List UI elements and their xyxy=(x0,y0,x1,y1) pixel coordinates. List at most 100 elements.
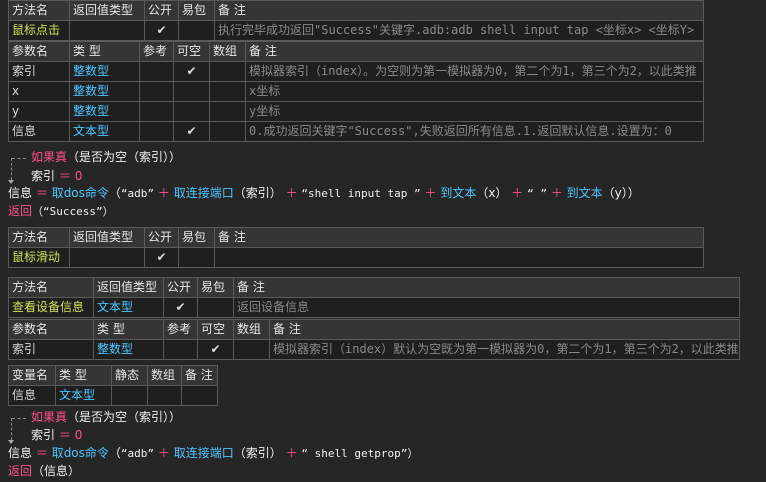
flow-guide-line xyxy=(12,418,26,419)
col-header-method-name: 方法名 xyxy=(8,0,70,21)
code-line-return[interactable]: 返回（信息） xyxy=(8,462,80,480)
variable-row[interactable]: 信息 文本型 xyxy=(8,385,218,406)
param-array-cell[interactable] xyxy=(209,121,246,142)
param-nullable-cell[interactable] xyxy=(173,81,210,102)
param-row[interactable]: x 整数型 x坐标 xyxy=(8,81,704,102)
param-row[interactable]: 索引 整数型 ✔ 模拟器索引（index）默认为空既为第一模拟器为0，第二个为1… xyxy=(8,339,740,360)
var-static-cell[interactable] xyxy=(111,385,148,406)
col-header-note: 备 注 xyxy=(181,365,218,386)
method-row[interactable]: 鼠标滑动 ✔ xyxy=(8,247,704,268)
param-note-cell[interactable]: 0.成功返回关键字"Success",失败返回所有信息.1.返回默认信息.设置为… xyxy=(245,121,704,142)
param-note-cell[interactable]: 模拟器索引（index）默认为空既为第一模拟器为0，第二个为1，第三个为2，以此… xyxy=(269,339,740,360)
method-row[interactable]: 查看设备信息 文本型 ✔ 返回设备信息 xyxy=(8,297,740,318)
param-row[interactable]: 索引 整数型 ✔ 模拟器索引（index）。为空则为第一模拟器为0，第二个为1，… xyxy=(8,61,704,82)
param-note-cell[interactable]: x坐标 xyxy=(245,81,704,102)
method-name-cell[interactable]: 鼠标滑动 xyxy=(8,247,70,268)
flow-guide-line xyxy=(12,158,26,159)
assign-operator: ＝ xyxy=(58,428,71,442)
code-line-dos-command[interactable]: 信息 ＝ 取dos命令（“adb” ＋ 取连接端口（索引） ＋ “ shell … xyxy=(8,444,418,462)
col-header-array: 数组 xyxy=(233,319,270,340)
code-line-return[interactable]: 返回（“Success”） xyxy=(8,202,114,220)
col-header-note: 备 注 xyxy=(245,41,704,62)
param-ref-cell[interactable] xyxy=(139,121,174,142)
method-name-cell[interactable]: 鼠标点击 xyxy=(8,20,70,41)
variable-table: 变量名 类 型 静态 数组 备 注 信息 文本型 xyxy=(8,365,218,406)
param-name-cell[interactable]: 索引 xyxy=(8,339,94,360)
plus-operator: ＋ xyxy=(157,186,170,200)
code-line-assign[interactable]: 索引 ＝ 0 xyxy=(31,426,82,444)
flow-guide-line xyxy=(11,158,12,180)
easy-package-cell[interactable] xyxy=(178,247,215,268)
param-row[interactable]: y 整数型 y坐标 xyxy=(8,101,704,122)
method-note-cell[interactable] xyxy=(214,247,704,268)
code-line-if[interactable]: 如果真（是否为空（索引）） xyxy=(31,408,181,426)
col-header-easy-package: 易包 xyxy=(178,0,215,21)
col-header-param-name: 参数名 xyxy=(8,319,94,340)
param-type-cell[interactable]: 文本型 xyxy=(69,121,140,142)
code-line-if[interactable]: 如果真（是否为空（索引）） xyxy=(31,148,181,166)
col-header-easy-package: 易包 xyxy=(178,227,215,248)
string-literal: “ ” xyxy=(527,187,547,200)
param-type-cell[interactable]: 整数型 xyxy=(93,339,164,360)
col-header-return-type: 返回值类型 xyxy=(93,277,164,298)
var-array-cell[interactable] xyxy=(147,385,182,406)
string-literal: “ shell getprop”） xyxy=(301,447,419,460)
param-name-cell[interactable]: 索引 xyxy=(8,61,70,82)
func-args: （索引） xyxy=(233,446,282,460)
return-type-cell[interactable] xyxy=(69,247,145,268)
param-array-cell[interactable] xyxy=(233,339,270,360)
code-line-dos-command[interactable]: 信息 ＝ 取dos命令（“adb” ＋ 取连接端口（索引） ＋ “shell i… xyxy=(8,184,640,202)
col-header-type: 类 型 xyxy=(93,319,164,340)
method-header-row: 方法名 返回值类型 公开 易包 备 注 xyxy=(8,0,704,21)
param-name-cell[interactable]: 信息 xyxy=(8,121,70,142)
method-note-cell[interactable]: 返回设备信息 xyxy=(233,297,740,318)
assign-operator: ＝ xyxy=(58,169,71,183)
param-ref-cell[interactable] xyxy=(139,81,174,102)
param-ref-cell[interactable] xyxy=(139,101,174,122)
var-type-cell[interactable]: 文本型 xyxy=(55,385,112,406)
param-name-cell[interactable]: x xyxy=(8,81,70,102)
col-header-note: 备 注 xyxy=(233,277,740,298)
keyword-if-true: 如果真 xyxy=(31,410,68,424)
easy-package-cell[interactable] xyxy=(178,20,215,41)
param-ref-cell[interactable] xyxy=(163,339,198,360)
method-note-cell[interactable]: 执行完毕成功返回"Success"关键字.adb:adb shell input… xyxy=(214,20,704,41)
col-header-var-name: 变量名 xyxy=(8,365,56,386)
nullable-checkmark[interactable]: ✔ xyxy=(173,61,210,82)
param-table-mouse-click: 参数名 类 型 参考 可空 数组 备 注 索引 整数型 ✔ 模拟器索引（inde… xyxy=(8,41,704,142)
param-array-cell[interactable] xyxy=(209,81,246,102)
param-array-cell[interactable] xyxy=(209,101,246,122)
nullable-checkmark[interactable]: ✔ xyxy=(197,339,234,360)
param-type-cell[interactable]: 整数型 xyxy=(69,101,140,122)
method-table-mouse-click: 方法名 返回值类型 公开 易包 备 注 鼠标点击 ✔ 执行完毕成功返回"Succ… xyxy=(8,0,704,41)
code-line-assign[interactable]: 索引 ＝ 0 xyxy=(31,167,82,185)
method-header-row: 方法名 返回值类型 公开 易包 备 注 xyxy=(8,277,740,298)
param-name-cell[interactable]: y xyxy=(8,101,70,122)
param-note-cell[interactable]: 模拟器索引（index）。为空则为第一模拟器为0，第二个为1，第三个为2，以此类… xyxy=(245,61,704,82)
target-variable: 信息 xyxy=(8,186,33,200)
col-header-return-type: 返回值类型 xyxy=(69,227,145,248)
param-row[interactable]: 信息 文本型 ✔ 0.成功返回关键字"Success",失败返回所有信息.1.返… xyxy=(8,121,704,142)
param-note-cell[interactable]: y坐标 xyxy=(245,101,704,122)
var-name-cell[interactable]: 信息 xyxy=(8,385,56,406)
nullable-checkmark[interactable]: ✔ xyxy=(173,121,210,142)
var-note-cell[interactable] xyxy=(181,385,218,406)
method-table-view-device-info: 方法名 返回值类型 公开 易包 备 注 查看设备信息 文本型 ✔ 返回设备信息 xyxy=(8,277,740,318)
public-checkmark[interactable]: ✔ xyxy=(163,297,198,318)
easy-package-cell[interactable] xyxy=(197,297,234,318)
col-header-nullable: 可空 xyxy=(173,41,210,62)
param-array-cell[interactable] xyxy=(209,61,246,82)
public-checkmark[interactable]: ✔ xyxy=(144,20,179,41)
public-checkmark[interactable]: ✔ xyxy=(144,247,179,268)
param-type-cell[interactable]: 整数型 xyxy=(69,61,140,82)
return-type-cell[interactable] xyxy=(69,20,145,41)
method-row[interactable]: 鼠标点击 ✔ 执行完毕成功返回"Success"关键字.adb:adb shel… xyxy=(8,20,704,41)
return-type-cell[interactable]: 文本型 xyxy=(93,297,164,318)
param-nullable-cell[interactable] xyxy=(173,101,210,122)
method-name-cell[interactable]: 查看设备信息 xyxy=(8,297,94,318)
col-header-easy-package: 易包 xyxy=(197,277,234,298)
plus-operator: ＋ xyxy=(424,186,437,200)
col-header-method-name: 方法名 xyxy=(8,227,70,248)
param-type-cell[interactable]: 整数型 xyxy=(69,81,140,102)
param-ref-cell[interactable] xyxy=(139,61,174,82)
